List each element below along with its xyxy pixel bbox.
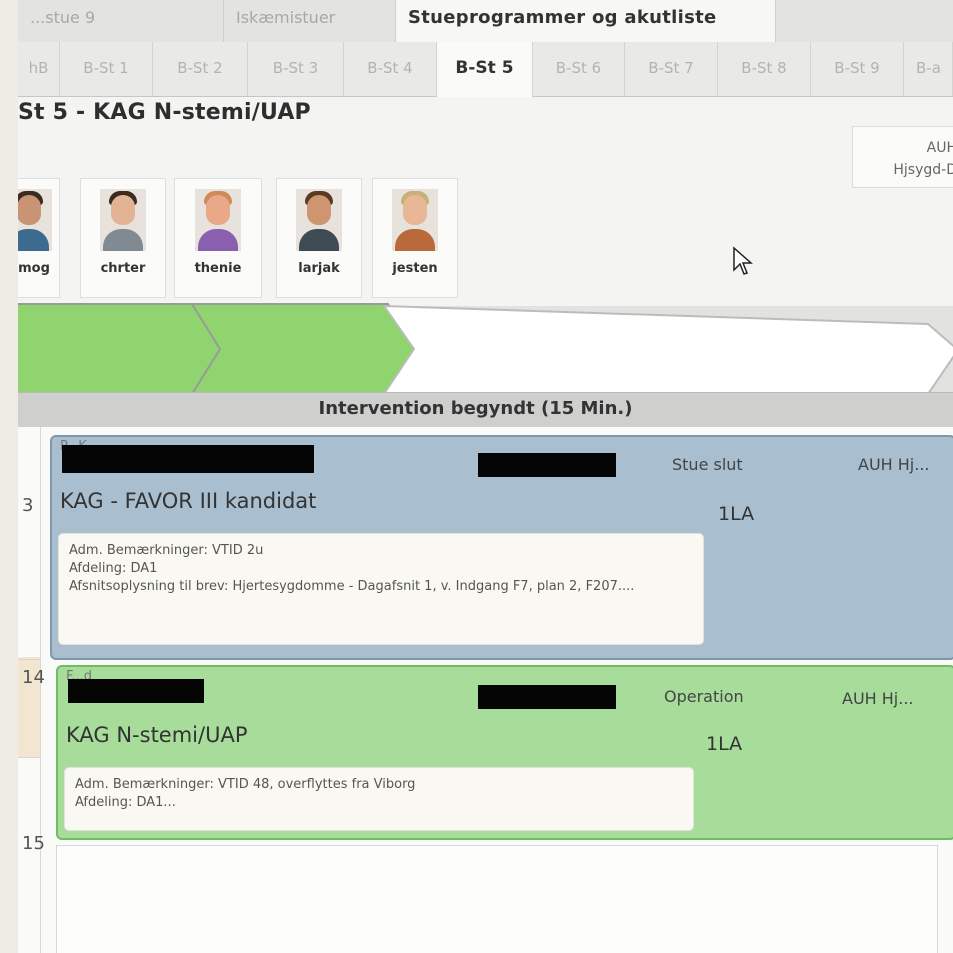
staff-name: mog xyxy=(18,261,50,276)
staff-name: jesten xyxy=(392,261,438,276)
staff-card[interactable]: larjak xyxy=(276,178,362,298)
anesthesia-code: 1LA xyxy=(706,733,743,755)
procedure-progress xyxy=(18,303,953,395)
room-tab-b-st-8[interactable]: B-St 8 xyxy=(718,42,811,96)
room-tab-b-st-7[interactable]: B-St 7 xyxy=(625,42,718,96)
booking-notes: Adm. Bemærkninger: VTID 48, overflyttes … xyxy=(64,767,694,831)
booking-org: AUH Hj... xyxy=(858,455,930,474)
org-line-2: Hjsygd-D xyxy=(893,162,953,178)
booking-card[interactable]: F...d Operation AUH Hj... KAG N-stemi/UA… xyxy=(56,665,953,840)
time-column: 3 14 15 xyxy=(18,427,45,953)
hour-label: 3 xyxy=(22,495,34,516)
redaction xyxy=(478,453,616,477)
note-line: Adm. Bemærkninger: VTID 2u xyxy=(69,543,264,558)
room-tab-bar: hB B-St 1 B-St 2 B-St 3 B-St 4 B-St 5 B-… xyxy=(18,42,953,97)
procedure-name: KAG N-stemi/UAP xyxy=(66,723,248,747)
tab-stueprogrammer[interactable]: Stueprogrammer og akutliste xyxy=(396,0,776,43)
staff-name: thenie xyxy=(194,261,242,276)
room-tab-b-st-3[interactable]: B-St 3 xyxy=(248,42,344,96)
redaction xyxy=(478,685,616,709)
empty-time-slot[interactable] xyxy=(56,845,938,953)
org-line-1: AUH xyxy=(926,140,953,156)
redaction xyxy=(68,679,204,703)
note-line: Afdeling: DA1 xyxy=(69,561,158,576)
booking-notes: Adm. Bemærkninger: VTID 2u Afdeling: DA1… xyxy=(58,533,704,645)
anesthesia-code: 1LA xyxy=(718,503,755,525)
avatar xyxy=(18,189,52,251)
avatar xyxy=(100,189,146,251)
cursor-icon xyxy=(733,246,753,275)
room-tab-b-st-9[interactable]: B-St 9 xyxy=(811,42,904,96)
booking-org: AUH Hj... xyxy=(842,689,914,708)
staff-card[interactable]: chrter xyxy=(80,178,166,298)
avatar xyxy=(195,189,241,251)
room-tab-b-st-4[interactable]: B-St 4 xyxy=(344,42,437,96)
redaction xyxy=(62,445,314,473)
room-tab-hb[interactable]: hB xyxy=(18,42,60,96)
progress-stage-1 xyxy=(18,303,226,395)
organization-box: AUH Hjsygd-D xyxy=(852,126,953,188)
tab-stue-9[interactable]: ...stue 9 xyxy=(18,0,224,42)
hour-label: 15 xyxy=(22,833,45,854)
status-text: Intervention begyndt (15 Min.) xyxy=(318,398,633,419)
top-tab-bar: ...stue 9 Iskæmistuer Stueprogrammer og … xyxy=(18,0,953,43)
room-tab-b-st-6[interactable]: B-St 6 xyxy=(533,42,625,96)
booking-card[interactable]: P...K... Stue slut AUH Hj... KAG - FAVOR… xyxy=(50,435,953,660)
staff-card[interactable]: jesten xyxy=(372,178,458,298)
note-line: Adm. Bemærkninger: VTID 48, overflyttes … xyxy=(75,777,416,792)
room-tab-b-st-1[interactable]: B-St 1 xyxy=(60,42,153,96)
status-bar: Intervention begyndt (15 Min.) xyxy=(18,392,953,428)
staff-name: larjak xyxy=(298,261,340,276)
screen: ...stue 9 Iskæmistuer Stueprogrammer og … xyxy=(18,0,953,953)
schedule: 3 14 15 P...K... Stue slut AUH Hj... KAG… xyxy=(18,427,953,953)
booking-status: Stue slut xyxy=(672,455,743,474)
staff-name: chrter xyxy=(100,261,146,276)
tab-iskaemistuer[interactable]: Iskæmistuer xyxy=(224,0,396,42)
booking-status: Operation xyxy=(664,687,744,706)
page-title: St 5 - KAG N-stemi/UAP xyxy=(18,100,311,125)
hour-label: 14 xyxy=(22,667,45,688)
note-line: Afsnitsoplysning til brev: Hjertesygdomm… xyxy=(69,579,635,594)
note-line: Afdeling: DA1... xyxy=(75,795,176,810)
room-tab-b-st-5[interactable]: B-St 5 xyxy=(437,42,533,97)
procedure-name: KAG - FAVOR III kandidat xyxy=(60,489,317,513)
room-tab-b-st-2[interactable]: B-St 2 xyxy=(153,42,248,96)
staff-card[interactable]: mog xyxy=(18,178,60,298)
avatar xyxy=(392,189,438,251)
progress-stage-2 xyxy=(190,303,420,395)
room-tab-b-a[interactable]: B-a xyxy=(904,42,953,96)
avatar xyxy=(296,189,342,251)
staff-card[interactable]: thenie xyxy=(174,178,262,298)
